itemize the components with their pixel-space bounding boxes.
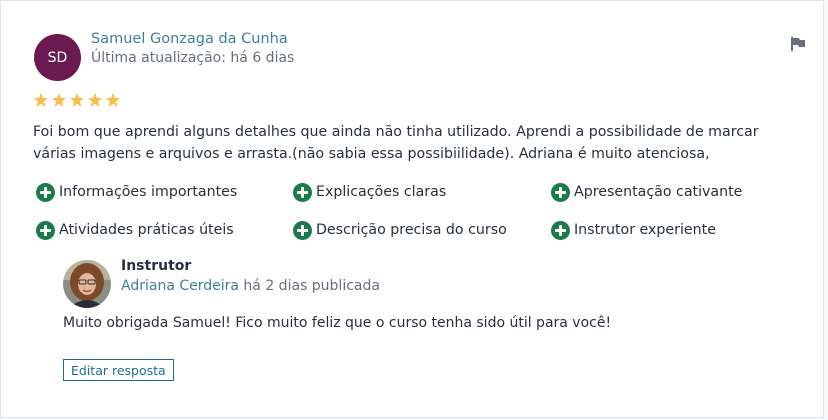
rating-stars bbox=[33, 92, 121, 108]
flag-icon[interactable] bbox=[790, 36, 806, 52]
plus-circle-icon bbox=[551, 182, 570, 202]
star-icon bbox=[34, 93, 48, 107]
response-time: há 2 dias publicada bbox=[243, 278, 380, 294]
review-tag: Apresentação cativante bbox=[551, 181, 816, 203]
review-tag-label: Informações importantes bbox=[59, 184, 238, 200]
review-tag: Descrição precisa do curso bbox=[293, 219, 551, 241]
author-initials: SD bbox=[47, 49, 68, 66]
review-tag: Informações importantes bbox=[36, 181, 293, 203]
instructor-name[interactable]: Adriana Cerdeira bbox=[121, 278, 239, 294]
review-tag-label: Apresentação cativante bbox=[574, 184, 743, 200]
review-tags: Informações importantes Explicações clara… bbox=[36, 181, 816, 241]
review-tag-label: Descrição precisa do curso bbox=[316, 222, 507, 238]
edit-response-button[interactable]: Editar resposta bbox=[63, 359, 174, 381]
star-icon bbox=[88, 93, 102, 107]
instructor-line: Adriana Cerdeira há 2 dias publicada bbox=[121, 278, 380, 294]
plus-circle-icon bbox=[551, 220, 570, 240]
plus-circle-icon bbox=[36, 182, 55, 202]
author-name[interactable]: Samuel Gonzaga da Cunha bbox=[91, 31, 288, 47]
last-updated: Última atualização: há 6 dias bbox=[91, 50, 295, 66]
plus-circle-icon bbox=[293, 220, 312, 240]
star-icon bbox=[70, 93, 84, 107]
review-tag: Instrutor experiente bbox=[551, 219, 816, 241]
response-text: Muito obrigada Samuel! Fico muito feliz … bbox=[63, 315, 612, 331]
review-tag-label: Explicações claras bbox=[316, 184, 447, 200]
plus-circle-icon bbox=[293, 182, 312, 202]
review-tag-label: Atividades práticas úteis bbox=[59, 222, 234, 238]
star-icon bbox=[106, 93, 120, 107]
instructor-avatar bbox=[63, 260, 111, 308]
plus-circle-icon bbox=[36, 220, 55, 240]
review-tag: Atividades práticas úteis bbox=[36, 219, 293, 241]
review-card: SD Samuel Gonzaga da Cunha Última atuali… bbox=[0, 0, 824, 418]
review-tag-label: Instrutor experiente bbox=[574, 222, 716, 238]
author-avatar: SD bbox=[34, 34, 81, 81]
review-tag: Explicações claras bbox=[293, 181, 551, 203]
review-text: Foi bom que aprendi alguns detalhes que … bbox=[33, 124, 759, 162]
star-icon bbox=[52, 93, 66, 107]
instructor-label: Instrutor bbox=[121, 258, 192, 274]
